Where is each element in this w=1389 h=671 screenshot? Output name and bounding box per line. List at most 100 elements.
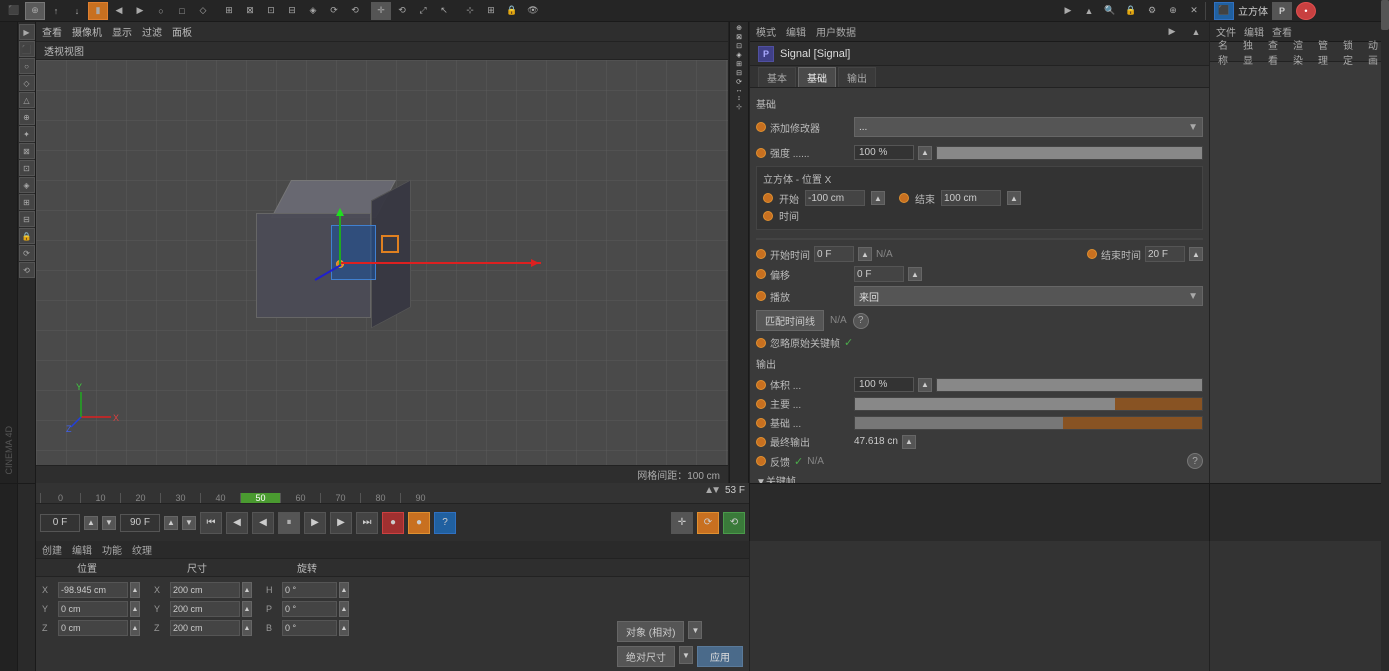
signal-scrollbar-thumb[interactable]	[1381, 22, 1389, 30]
signal-tab-basic[interactable]: 基本	[758, 67, 796, 87]
volume-dot[interactable]	[756, 380, 766, 390]
side-icon-14[interactable]: ⟳	[19, 245, 35, 261]
vp-icon-3[interactable]: ⊡	[736, 42, 742, 50]
tool-extra[interactable]: ⊕	[1163, 2, 1183, 20]
side-icon-15[interactable]: ⟲	[19, 262, 35, 278]
size-x-stepper[interactable]: ▲	[242, 582, 252, 598]
vp-menu-view[interactable]: 查看	[42, 24, 62, 39]
pos-z-stepper[interactable]: ▲	[130, 620, 140, 636]
offset-dot[interactable]	[756, 269, 766, 279]
tool-icon-9[interactable]: □	[172, 2, 192, 20]
match-help-icon[interactable]: ?	[853, 313, 869, 329]
tool-icon-1[interactable]: ⬛	[4, 2, 24, 20]
btn-move[interactable]: ✛	[671, 512, 693, 534]
size-btn[interactable]: 绝对尺寸	[617, 646, 675, 667]
tool-grid[interactable]: ⊞	[481, 2, 501, 20]
pos-y-stepper[interactable]: ▲	[130, 601, 140, 617]
btn-prev-key[interactable]: ◀	[226, 512, 248, 534]
btn-bake[interactable]: ⟲	[723, 512, 745, 534]
side-icon-9[interactable]: ⊡	[19, 160, 35, 176]
end-value-input[interactable]	[941, 190, 1001, 206]
strength-value[interactable]: 100 %	[854, 145, 914, 160]
curve-chart-area[interactable]: 0.8 0.4 0.0 0.2 0.4 0.6 0.8 1.0	[756, 238, 1203, 240]
rot-p-stepper[interactable]: ▲	[339, 601, 349, 617]
tool-arrow-up[interactable]: ▲	[1079, 2, 1099, 20]
vp-icon-2[interactable]: ⊠	[736, 33, 742, 41]
main-dot[interactable]	[756, 399, 766, 409]
side-icon-3[interactable]: ○	[19, 58, 35, 74]
add-modifier-dropdown[interactable]: ... ▼	[854, 117, 1203, 137]
signal-scrollbar[interactable]	[1381, 22, 1389, 483]
tool-icon-3[interactable]: ↑	[46, 2, 66, 20]
btn-prev-frame[interactable]: ◀	[252, 512, 274, 534]
tool-vis[interactable]: 👁	[523, 2, 543, 20]
btn-to-start[interactable]: ⏮	[200, 512, 222, 534]
vp-icon-1[interactable]: ⊕	[736, 24, 742, 32]
tool-icon-16[interactable]: ⟳	[324, 2, 344, 20]
gizmo-handle[interactable]	[381, 235, 399, 253]
time-dot[interactable]	[763, 211, 773, 221]
start-dot[interactable]	[763, 193, 773, 203]
vp-menu-panel[interactable]: 面板	[172, 24, 192, 39]
start-time-input[interactable]	[814, 246, 854, 262]
volume-stepper[interactable]: ▲	[918, 378, 932, 392]
props-menu-func[interactable]: 功能	[102, 542, 122, 557]
end-frame-input[interactable]	[120, 514, 160, 532]
far-right-p[interactable]: P	[1272, 2, 1292, 20]
btn-help[interactable]: ?	[434, 512, 456, 534]
end-time-dot[interactable]	[1087, 249, 1097, 259]
tool-search[interactable]: 🔍	[1100, 2, 1120, 20]
size-dropdown[interactable]: ▼	[679, 646, 693, 664]
side-icon-6[interactable]: ⊕	[19, 109, 35, 125]
strength-stepper[interactable]: ▲	[918, 146, 932, 160]
btn-next-frame[interactable]: ▶	[304, 512, 326, 534]
rot-h-input[interactable]	[282, 582, 337, 598]
far-right-icon[interactable]: ⬛	[1214, 2, 1234, 20]
vp-menu-display[interactable]: 显示	[112, 24, 132, 39]
btn-animate[interactable]: ⟳	[697, 512, 719, 534]
final-output-dot[interactable]	[756, 437, 766, 447]
end-time-stepper[interactable]: ▲	[1189, 247, 1203, 261]
offset-input[interactable]	[854, 266, 904, 282]
playback-dot[interactable]	[756, 291, 766, 301]
tool-icon-15[interactable]: ◈	[303, 2, 323, 20]
vp-icon-4[interactable]: ◈	[736, 51, 741, 59]
tool-close[interactable]: ✕	[1184, 2, 1204, 20]
tool-icon-17[interactable]: ⟲	[345, 2, 365, 20]
apply-button[interactable]: 应用	[697, 646, 743, 667]
base-dot[interactable]	[756, 418, 766, 428]
tool-icon-12[interactable]: ⊠	[240, 2, 260, 20]
strength-dot[interactable]	[756, 148, 766, 158]
tool-move[interactable]: ✛	[371, 2, 391, 20]
side-icon-12[interactable]: ⊟	[19, 211, 35, 227]
end-frame-up[interactable]: ▲	[164, 516, 178, 530]
btn-record[interactable]: ●	[382, 512, 404, 534]
vp-icon-8[interactable]: ↔	[736, 87, 743, 94]
tool-rotate[interactable]: ⟲	[392, 2, 412, 20]
tool-arrow-right[interactable]: ▶	[1058, 2, 1078, 20]
end-stepper[interactable]: ▲	[1007, 191, 1021, 205]
signal-menu-mode[interactable]: 模式	[756, 24, 776, 39]
vp-icon-6[interactable]: ⊟	[736, 69, 742, 77]
reverse-dot[interactable]	[756, 456, 766, 466]
rot-b-input[interactable]	[282, 620, 337, 636]
signal-menu-userdata[interactable]: 用户数据	[816, 24, 856, 39]
tool-lock[interactable]: 🔒	[502, 2, 522, 20]
timeline-ruler[interactable]: 0 10 20 30 40 50 60 70 80 90 53 F ▲ ▼	[36, 483, 749, 504]
far-right-extra[interactable]: •	[1296, 2, 1316, 20]
mode-button[interactable]: 对象 (相对)	[617, 621, 684, 642]
playback-dropdown[interactable]: 来回 ▼	[854, 286, 1203, 306]
signal-arrow-up[interactable]: ▲	[1189, 25, 1203, 39]
tool-select[interactable]: ↖	[434, 2, 454, 20]
reverse-help-icon[interactable]: ?	[1187, 453, 1203, 469]
match-timeline-button[interactable]: 匹配时间线	[756, 310, 824, 331]
tool-icon-6[interactable]: ◀	[109, 2, 129, 20]
ignore-dot[interactable]	[756, 338, 766, 348]
rot-p-input[interactable]	[282, 601, 337, 617]
tool-lock2[interactable]: 🔒	[1121, 2, 1141, 20]
props-menu-edit[interactable]: 编辑	[72, 542, 92, 557]
start-stepper[interactable]: ▲	[871, 191, 885, 205]
add-modifier-dot[interactable]	[756, 122, 766, 132]
pos-x-input[interactable]	[58, 582, 128, 598]
start-value-input[interactable]	[805, 190, 865, 206]
